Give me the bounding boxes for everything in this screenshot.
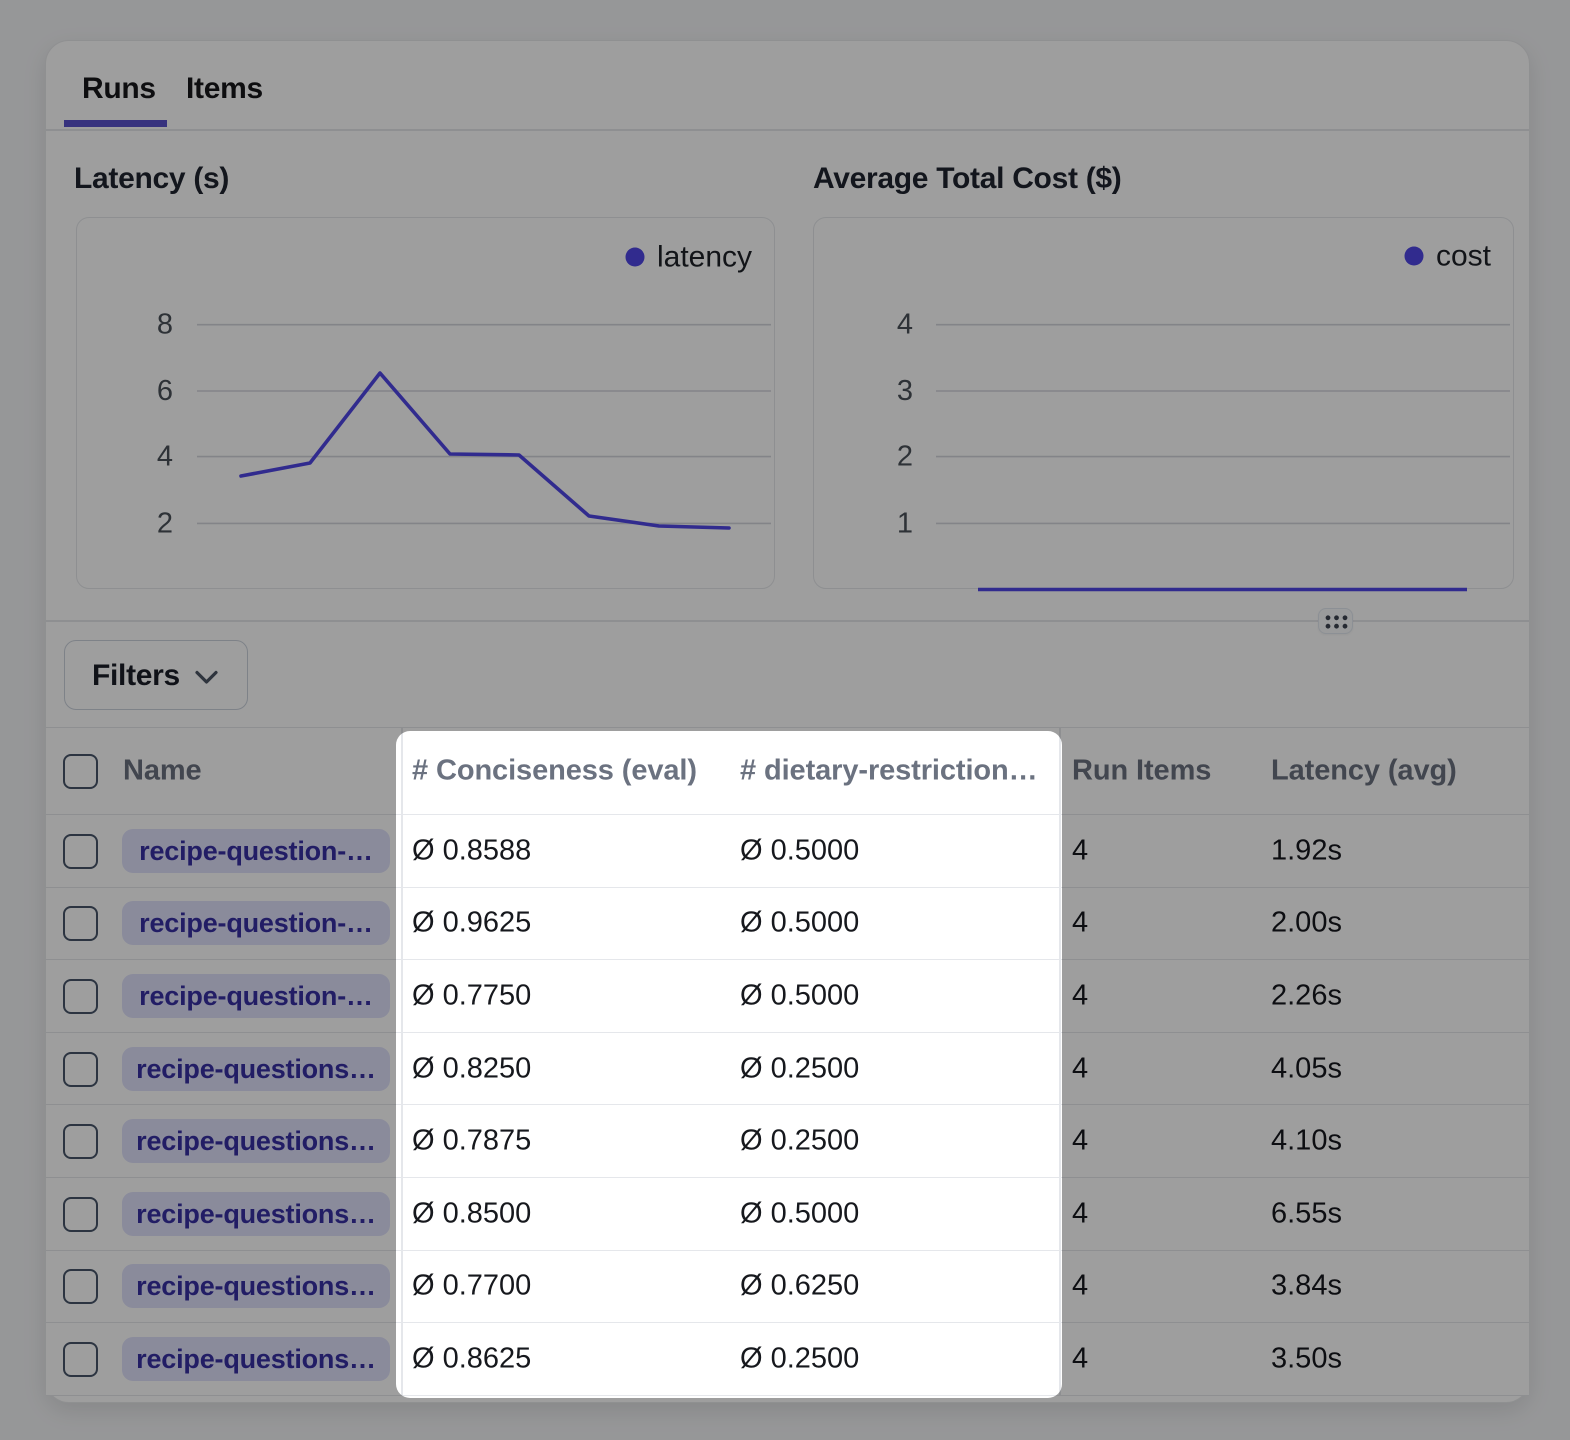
svg-text:8: 8	[157, 309, 173, 341]
svg-text:2: 2	[157, 508, 173, 540]
svg-text:4: 4	[897, 309, 913, 341]
svg-text:6: 6	[157, 375, 173, 407]
svg-text:4: 4	[157, 441, 173, 473]
svg-text:2: 2	[897, 441, 913, 473]
svg-text:latency: latency	[657, 241, 752, 274]
svg-text:cost: cost	[1436, 240, 1492, 273]
svg-text:3: 3	[897, 375, 913, 407]
svg-text:1: 1	[897, 508, 913, 540]
